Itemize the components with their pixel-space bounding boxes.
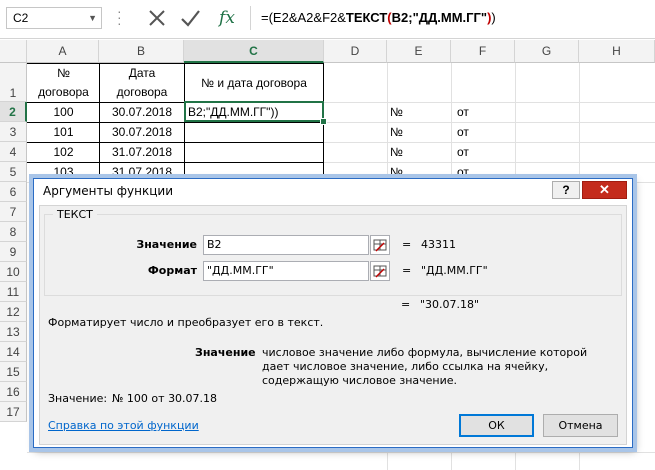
insert-function-button[interactable]: fx xyxy=(213,4,241,32)
help-link[interactable]: Справка по этой функции xyxy=(48,419,199,432)
cell-b4[interactable]: 31.07.2018 xyxy=(100,143,184,162)
result-eval: "30.07.18" xyxy=(420,298,480,311)
row-header-9[interactable]: 9 xyxy=(0,242,27,262)
arg-description-text: числовое значение либо формула, вычислен… xyxy=(262,346,588,387)
result-value: № 100 от 30.07.18 xyxy=(112,392,218,405)
fill-handle[interactable] xyxy=(320,118,327,125)
fx-icon: fx xyxy=(219,8,235,28)
cell-e3[interactable]: № xyxy=(390,123,403,142)
range-select-icon xyxy=(373,239,387,252)
column-header-e[interactable]: E xyxy=(387,40,451,63)
chevron-down-icon[interactable]: ▼ xyxy=(88,8,97,28)
cell-f2[interactable]: от xyxy=(457,103,469,122)
grip-icon: · · · xyxy=(117,3,122,31)
arg1-equals: = xyxy=(402,238,412,251)
formula-function-name: ТЕКСТ xyxy=(345,10,388,25)
gridline xyxy=(27,452,655,453)
row-header-1[interactable]: 1 xyxy=(0,63,27,102)
cell-b2[interactable]: 30.07.2018 xyxy=(100,103,184,122)
column-header-g[interactable]: G xyxy=(515,40,579,63)
column-header-h[interactable]: H xyxy=(579,40,655,63)
cell-a4[interactable]: 102 xyxy=(28,143,99,162)
column-header-c[interactable]: C xyxy=(184,40,324,63)
row-header-7[interactable]: 7 xyxy=(0,202,27,222)
cell-b1[interactable]: Дата договора xyxy=(100,64,184,102)
arg-description-label: Значение xyxy=(195,346,256,359)
cancel-formula-button[interactable] xyxy=(143,4,171,32)
arg1-collapse-button[interactable] xyxy=(370,235,390,255)
dialog-titlebar[interactable]: Аргументы функции ? ✕ xyxy=(34,179,632,203)
formula-args: B2;"ДД.ММ.ГГ" xyxy=(391,10,488,25)
cell-a1[interactable]: № договора xyxy=(28,64,99,102)
column-header-a[interactable]: A xyxy=(27,40,99,63)
row-header-14[interactable]: 14 xyxy=(0,342,27,362)
cell-c1[interactable]: № и дата договора xyxy=(185,64,323,102)
arg2-label: Формат xyxy=(147,264,197,277)
cell-e2[interactable]: № xyxy=(390,103,403,122)
row-header-6[interactable]: 6 xyxy=(0,182,27,202)
close-button[interactable]: ✕ xyxy=(582,181,627,199)
cell-a3[interactable]: 101 xyxy=(28,123,99,142)
select-all-corner[interactable] xyxy=(0,40,27,63)
dialog-body: ТЕКСТ Значение B2 = 43311 Формат "ДД.ММ.… xyxy=(39,205,627,445)
row-header-5[interactable]: 5 xyxy=(0,162,27,182)
function-description: Форматирует число и преобразует его в те… xyxy=(48,316,324,329)
arg1-input[interactable]: B2 xyxy=(203,235,369,255)
row-header-8[interactable]: 8 xyxy=(0,222,27,242)
close-icon: ✕ xyxy=(599,182,610,197)
dialog-title: Аргументы функции xyxy=(43,184,174,198)
close-icon xyxy=(149,10,165,26)
column-header-d[interactable]: D xyxy=(324,40,387,63)
column-headers: A B C D E F G H xyxy=(0,40,655,63)
help-icon: ? xyxy=(562,183,570,197)
row-header-13[interactable]: 13 xyxy=(0,322,27,342)
arg2-value: "ДД.ММ.ГГ" xyxy=(207,264,274,277)
enter-formula-button[interactable] xyxy=(176,4,204,32)
cell-b3[interactable]: 30.07.2018 xyxy=(100,123,184,142)
arg2-eval: "ДД.ММ.ГГ" xyxy=(421,264,488,277)
function-arguments-dialog: Аргументы функции ? ✕ ТЕКСТ Значение B2 … xyxy=(33,178,633,448)
cell-e4[interactable]: № xyxy=(390,143,403,162)
column-header-b[interactable]: B xyxy=(99,40,184,63)
arguments-group: ТЕКСТ Значение B2 = 43311 Формат "ДД.ММ.… xyxy=(44,208,622,296)
formula-prefix: =(E2&A2&F2& xyxy=(261,10,346,25)
arg2-collapse-button[interactable] xyxy=(370,261,390,281)
arg1-label: Значение xyxy=(136,238,197,251)
arg2-input[interactable]: "ДД.ММ.ГГ" xyxy=(203,261,369,281)
arg1-value: B2 xyxy=(207,238,222,251)
active-cell-border xyxy=(184,101,324,122)
cell-a2[interactable]: 100 xyxy=(28,103,99,122)
row-header-11[interactable]: 11 xyxy=(0,282,27,302)
row-header-16[interactable]: 16 xyxy=(0,382,27,402)
ok-button[interactable]: ОК xyxy=(459,414,534,437)
column-header-f[interactable]: F xyxy=(451,40,515,63)
arg1-eval: 43311 xyxy=(421,238,456,251)
result-label: Значение: xyxy=(48,392,108,405)
cell-f4[interactable]: от xyxy=(457,143,469,162)
arg2-equals: = xyxy=(402,264,412,277)
check-icon xyxy=(181,10,200,27)
function-name-label: ТЕКСТ xyxy=(53,208,97,221)
cancel-button[interactable]: Отмена xyxy=(543,414,618,437)
formula-suffix: ) xyxy=(491,10,496,25)
row-header-12[interactable]: 12 xyxy=(0,302,27,322)
row-header-17[interactable]: 17 xyxy=(0,402,27,422)
formula-input[interactable]: =(E2&A2&F2&ТЕКСТ(B2;"ДД.ММ.ГГ")) xyxy=(250,6,655,30)
name-box[interactable]: C2 ▼ xyxy=(6,7,102,29)
range-select-icon xyxy=(373,265,387,278)
help-button[interactable]: ? xyxy=(552,181,580,199)
row-header-15[interactable]: 15 xyxy=(0,362,27,382)
formula-bar: C2 ▼ · · · fx =(E2&A2&F2&ТЕКСТ(B2;"ДД.ММ.Г… xyxy=(0,0,655,39)
name-box-value: C2 xyxy=(13,11,29,25)
row-header-4[interactable]: 4 xyxy=(0,142,27,162)
row-header-10[interactable]: 10 xyxy=(0,262,27,282)
row-header-2[interactable]: 2 xyxy=(0,102,27,122)
cell-f3[interactable]: от xyxy=(457,123,469,142)
result-equals: = xyxy=(401,298,411,311)
row-header-3[interactable]: 3 xyxy=(0,122,27,142)
